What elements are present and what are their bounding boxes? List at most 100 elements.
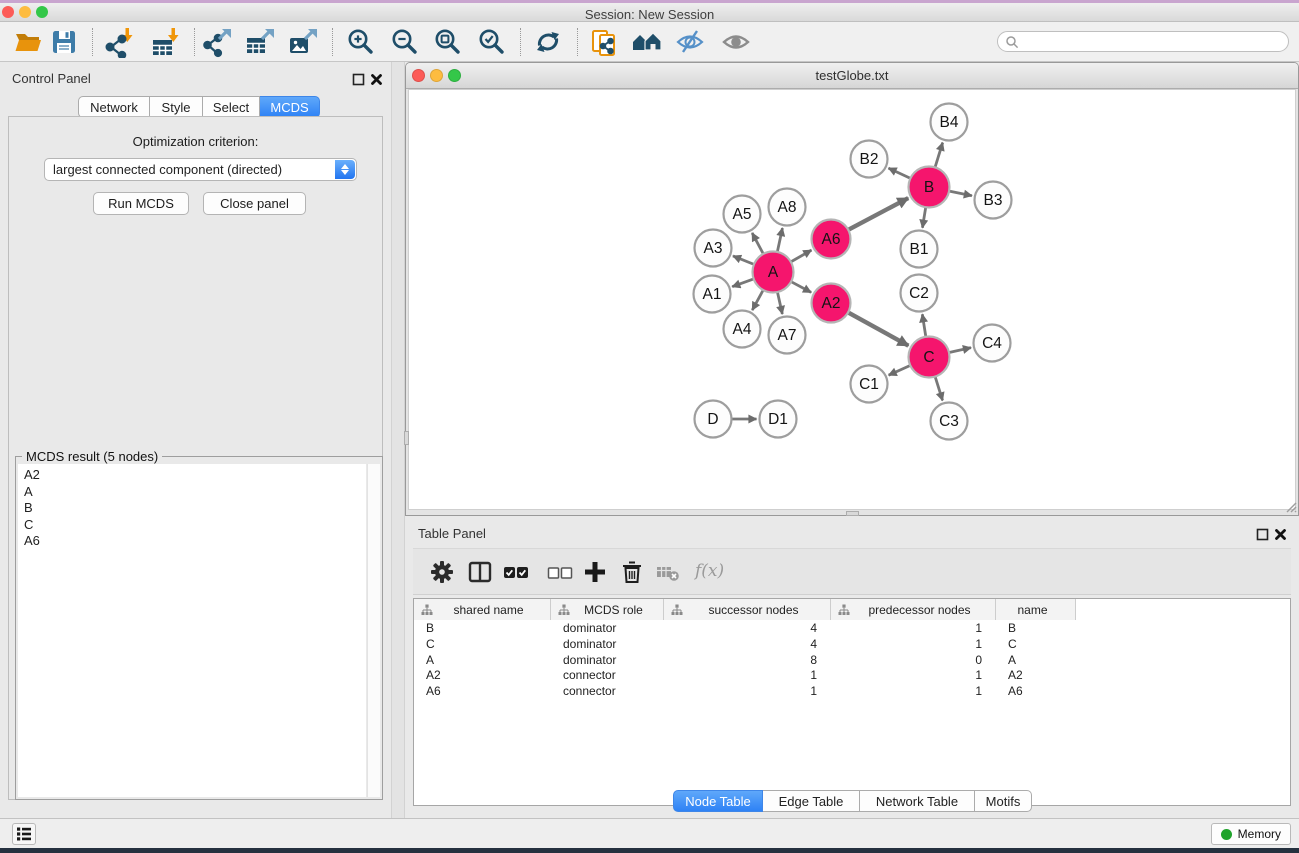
table-cell[interactable]: B xyxy=(996,621,1076,637)
refresh-layout-icon[interactable] xyxy=(532,26,564,58)
table-cell[interactable]: dominator xyxy=(551,637,664,653)
node-B3[interactable]: B3 xyxy=(975,182,1012,219)
tab-edge-table[interactable]: Edge Table xyxy=(763,790,860,812)
edge-B-B2[interactable] xyxy=(888,168,911,179)
node-A4[interactable]: A4 xyxy=(724,311,761,348)
edge-B-B1[interactable] xyxy=(922,206,925,228)
panel-divider[interactable] xyxy=(391,62,405,818)
node-C[interactable]: C xyxy=(909,337,950,378)
tab-select[interactable]: Select xyxy=(203,96,260,118)
edge-C-C1[interactable] xyxy=(889,365,912,375)
table-cell[interactable]: 1 xyxy=(831,684,996,700)
edge-C-C3[interactable] xyxy=(935,376,943,401)
result-list-item[interactable]: A xyxy=(24,484,366,501)
edge-A-A5[interactable] xyxy=(752,233,764,255)
result-list-item[interactable]: C xyxy=(24,517,366,534)
node-A8[interactable]: A8 xyxy=(769,189,806,226)
tab-node-table[interactable]: Node Table xyxy=(673,790,763,812)
edge-A-A3[interactable] xyxy=(733,256,755,265)
node-B1[interactable]: B1 xyxy=(901,231,938,268)
edge-C-C4[interactable] xyxy=(948,348,971,353)
node-C3[interactable]: C3 xyxy=(931,403,968,440)
table-cell[interactable]: A6 xyxy=(414,684,551,700)
column-header-successor-nodes[interactable]: successor nodes xyxy=(664,599,831,620)
add-column-icon[interactable] xyxy=(582,559,608,585)
node-D[interactable]: D xyxy=(695,401,732,438)
node-A[interactable]: A xyxy=(753,252,794,293)
result-list-item[interactable]: A2 xyxy=(24,467,366,484)
network-canvas[interactable]: B4B2BB3A8A5A6A3B1AC2A1A2A4A7C4CC1DD1C3 xyxy=(408,89,1296,510)
node-A5[interactable]: A5 xyxy=(724,196,761,233)
node-B2[interactable]: B2 xyxy=(851,141,888,178)
tab-motifs[interactable]: Motifs xyxy=(975,790,1032,812)
delete-column-icon[interactable] xyxy=(619,559,645,585)
node-B4[interactable]: B4 xyxy=(931,104,968,141)
delete-table-icon[interactable] xyxy=(655,559,681,585)
table-cell[interactable]: 8 xyxy=(664,653,831,669)
edge-A2-C[interactable] xyxy=(847,312,908,346)
search-field[interactable] xyxy=(997,31,1289,52)
edge-A-A4[interactable] xyxy=(752,289,763,310)
select-all-icon[interactable] xyxy=(503,559,529,585)
export-network-icon[interactable] xyxy=(202,26,234,58)
table-row-A2[interactable]: A2connector11A2 xyxy=(414,668,1290,684)
column-header-name[interactable]: name xyxy=(996,599,1076,620)
node-C1[interactable]: C1 xyxy=(851,366,888,403)
hide-graphics-details-icon[interactable] xyxy=(674,26,706,58)
search-input[interactable] xyxy=(1023,34,1288,50)
run-mcds-button[interactable]: Run MCDS xyxy=(93,192,189,215)
tab-network[interactable]: Network xyxy=(78,96,150,118)
table-cell[interactable]: A xyxy=(414,653,551,669)
import-network-icon[interactable] xyxy=(104,26,136,58)
network-graph[interactable]: B4B2BB3A8A5A6A3B1AC2A1A2A4A7C4CC1DD1C3 xyxy=(409,90,1295,509)
table-cell[interactable]: dominator xyxy=(551,653,664,669)
close-panel-button[interactable]: Close panel xyxy=(203,192,306,215)
edge-B-B4[interactable] xyxy=(935,143,943,169)
node-B[interactable]: B xyxy=(909,167,950,208)
edge-A-A1[interactable] xyxy=(732,279,754,287)
tab-style[interactable]: Style xyxy=(150,96,203,118)
table-cell[interactable]: dominator xyxy=(551,621,664,637)
table-cell[interactable]: C xyxy=(996,637,1076,653)
show-graphics-details-icon[interactable] xyxy=(720,26,752,58)
node-A1[interactable]: A1 xyxy=(694,276,731,313)
show-columns-icon[interactable] xyxy=(467,559,493,585)
table-cell[interactable]: 0 xyxy=(831,653,996,669)
table-row-A[interactable]: Adominator80A xyxy=(414,653,1290,669)
window-left-resize-handle[interactable] xyxy=(404,431,409,445)
table-cell[interactable]: A2 xyxy=(996,668,1076,684)
table-cell[interactable]: 1 xyxy=(664,684,831,700)
settings-icon[interactable] xyxy=(429,559,455,585)
table-cell[interactable]: 4 xyxy=(664,637,831,653)
node-D1[interactable]: D1 xyxy=(760,401,797,438)
result-list-item[interactable]: B xyxy=(24,500,366,517)
table-row-B[interactable]: Bdominator41B xyxy=(414,621,1290,637)
float-table-panel-icon[interactable] xyxy=(1256,528,1269,541)
table-row-C[interactable]: Cdominator41C xyxy=(414,637,1290,653)
zoom-in-icon[interactable] xyxy=(345,26,377,58)
criterion-dropdown[interactable]: largest connected component (directed) xyxy=(44,158,357,181)
edge-B-B3[interactable] xyxy=(948,191,972,196)
home-icon[interactable] xyxy=(631,26,663,58)
node-A6[interactable]: A6 xyxy=(812,220,851,259)
task-history-button[interactable] xyxy=(12,823,36,845)
table-cell[interactable]: connector xyxy=(551,668,664,684)
table-cell[interactable]: A xyxy=(996,653,1076,669)
network-window-titlebar[interactable]: testGlobe.txt xyxy=(406,63,1298,89)
edge-A-A6[interactable] xyxy=(790,250,811,262)
column-header-predecessor-nodes[interactable]: predecessor nodes xyxy=(831,599,996,620)
node-A2[interactable]: A2 xyxy=(812,284,851,323)
close-table-panel-icon[interactable] xyxy=(1274,528,1287,541)
table-cell[interactable]: A6 xyxy=(996,684,1076,700)
zoom-out-icon[interactable] xyxy=(389,26,421,58)
export-table-icon[interactable] xyxy=(244,26,276,58)
table-cell[interactable]: A2 xyxy=(414,668,551,684)
zoom-fit-icon[interactable] xyxy=(432,26,464,58)
tab-network-table[interactable]: Network Table xyxy=(860,790,975,812)
table-row-A6[interactable]: A6connector11A6 xyxy=(414,684,1290,700)
node-C4[interactable]: C4 xyxy=(974,325,1011,362)
table-cell[interactable]: C xyxy=(414,637,551,653)
clear-selection-icon[interactable] xyxy=(547,559,573,585)
result-list-item[interactable]: A6 xyxy=(24,533,366,550)
node-table[interactable]: shared nameMCDS rolesuccessor nodesprede… xyxy=(413,598,1291,806)
